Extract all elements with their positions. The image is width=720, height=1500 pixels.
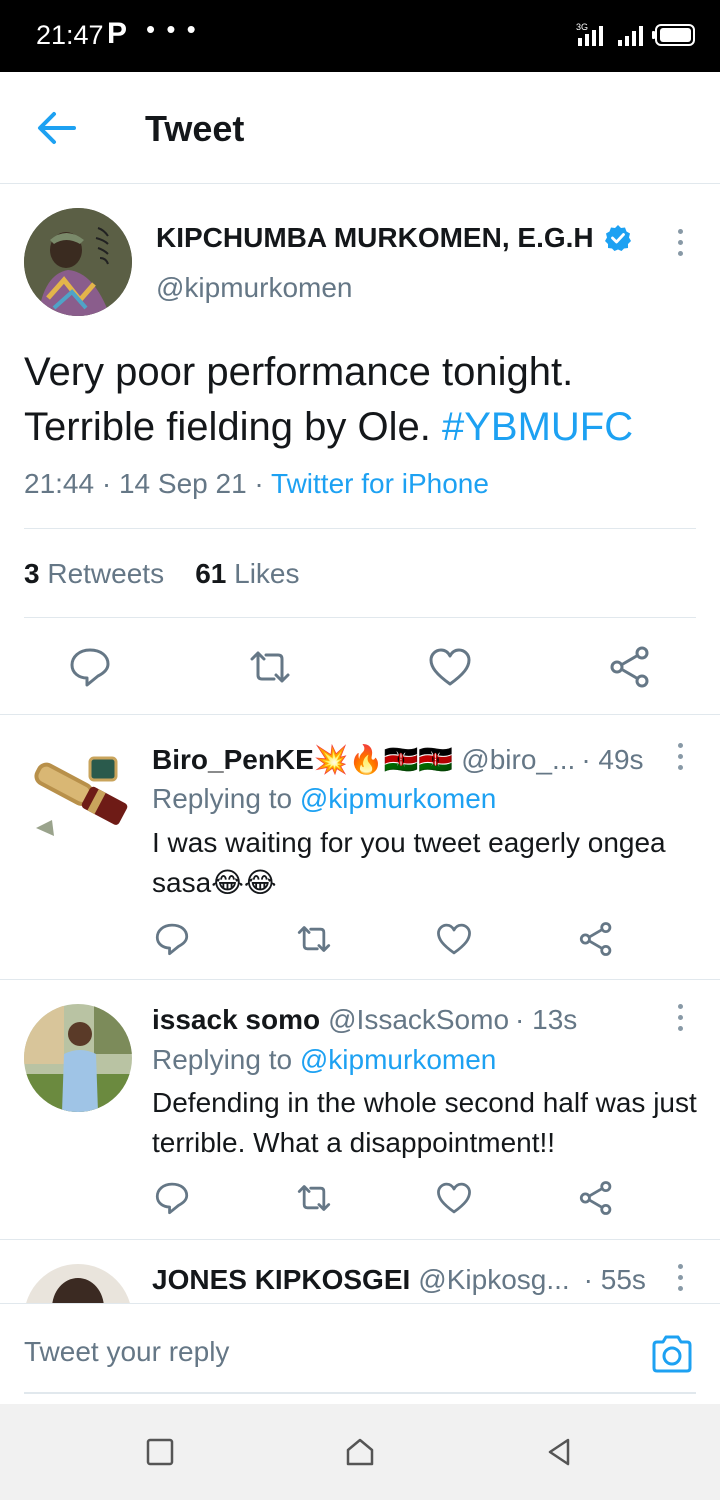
- reply-tweet[interactable]: Biro_PenKE💥🔥🇰🇪🇰🇪 @biro_... · 49s Replyin…: [0, 715, 720, 980]
- camera-icon[interactable]: [650, 1334, 694, 1374]
- divider: [24, 617, 696, 618]
- network-label: 3G: [576, 22, 588, 32]
- reply-input[interactable]: Tweet your reply: [24, 1336, 229, 1368]
- author-name[interactable]: KIPCHUMBA MURKOMEN, E.G.H: [156, 222, 632, 254]
- share-icon[interactable]: [578, 921, 614, 957]
- reply-text: I was waiting for you tweet eagerly onge…: [152, 827, 666, 898]
- page-title: Tweet: [145, 108, 245, 149]
- tweet-source[interactable]: Twitter for iPhone: [271, 468, 489, 499]
- back-arrow-icon[interactable]: [36, 110, 76, 146]
- more-vertical-icon[interactable]: [676, 1004, 684, 1031]
- author-handle[interactable]: @kipmurkomen: [156, 272, 352, 304]
- retweet-icon[interactable]: [296, 921, 332, 957]
- reply-author-name[interactable]: Biro_PenKE💥🔥🇰🇪🇰🇪: [152, 743, 453, 776]
- tweet-text: Very poor performance tonight. Terrible …: [24, 345, 704, 455]
- like-icon[interactable]: [428, 645, 472, 689]
- share-icon[interactable]: [578, 1180, 614, 1216]
- system-nav-bar: [0, 1404, 720, 1500]
- signal-3g-icon: 3G: [576, 22, 603, 46]
- reply-header: issack somo @IssackSomo · 13s: [152, 1004, 577, 1036]
- retweet-icon[interactable]: [248, 645, 292, 689]
- status-time: 21:47: [36, 20, 104, 50]
- tweet-time: 21:44: [24, 468, 95, 499]
- reply-avatar[interactable]: [24, 1264, 132, 1303]
- share-icon[interactable]: [608, 645, 652, 689]
- home-icon[interactable]: [344, 1436, 376, 1468]
- retweets-count[interactable]: 3: [24, 558, 40, 589]
- reply-author-handle[interactable]: @biro_...: [461, 744, 575, 776]
- signal-icon: [618, 26, 643, 46]
- reply-avatar[interactable]: [24, 1004, 132, 1112]
- like-icon[interactable]: [436, 921, 472, 957]
- battery-icon: [652, 24, 695, 46]
- reply-action-bar: [0, 1180, 720, 1216]
- reply-author-name[interactable]: issack somo: [152, 1004, 320, 1036]
- reply-header: JONES KIPKOSGEI @Kipkosg... · 55s: [152, 1264, 646, 1296]
- retweet-icon[interactable]: [296, 1180, 332, 1216]
- replying-to-handle[interactable]: @kipmurkomen: [300, 1044, 496, 1075]
- recent-apps-icon[interactable]: [144, 1436, 176, 1468]
- more-notifications-icon: • • •: [146, 14, 198, 44]
- verified-badge-icon: [604, 225, 631, 251]
- reply-action-bar: [0, 921, 720, 957]
- divider: [24, 528, 696, 529]
- reply-tweet[interactable]: JONES KIPKOSGEI @Kipkosg... · 55s: [0, 1240, 720, 1303]
- reply-time: · 13s: [515, 1004, 578, 1035]
- reply-icon[interactable]: [154, 1180, 190, 1216]
- more-vertical-icon[interactable]: [676, 229, 684, 256]
- more-vertical-icon[interactable]: [676, 743, 684, 770]
- input-underline: [24, 1392, 696, 1394]
- reply-icon[interactable]: [68, 645, 112, 689]
- reply-author-handle[interactable]: @Kipkosg...: [418, 1264, 569, 1296]
- replying-to: Replying to @kipmurkomen: [152, 1044, 496, 1076]
- like-icon[interactable]: [436, 1180, 472, 1216]
- reply-header: Biro_PenKE💥🔥🇰🇪🇰🇪 @biro_... · 49s: [152, 743, 644, 776]
- top-app-bar: Tweet: [0, 72, 720, 184]
- reply-author-handle[interactable]: @IssackSomo: [328, 1004, 509, 1036]
- reply-tweet[interactable]: issack somo @IssackSomo · 13s Replying t…: [0, 980, 720, 1240]
- more-vertical-icon[interactable]: [676, 1264, 684, 1291]
- author-avatar[interactable]: [24, 208, 132, 316]
- hashtag-link[interactable]: #YBMUFC: [442, 405, 633, 449]
- reply-text: Defending in the whole second half was j…: [152, 1087, 697, 1158]
- likes-count[interactable]: 61: [195, 558, 226, 589]
- tweet-meta: 21:44 · 14 Sep 21 · Twitter for iPhone: [24, 468, 489, 499]
- reply-avatar[interactable]: [24, 740, 132, 848]
- status-icons: 3G: [576, 22, 696, 46]
- tweet-stats: 3 Retweets 61 Likes: [24, 558, 300, 590]
- reply-author-name[interactable]: JONES KIPKOSGEI: [152, 1264, 410, 1296]
- reply-time: · 49s: [581, 743, 644, 775]
- reply-icon[interactable]: [154, 921, 190, 957]
- author-name-text[interactable]: KIPCHUMBA MURKOMEN, E.G.H: [156, 222, 594, 254]
- back-nav-icon[interactable]: [544, 1436, 576, 1468]
- tweet-action-bar: [0, 645, 720, 689]
- replying-label: Replying to: [152, 783, 293, 814]
- reply-time: · 55s: [583, 1264, 646, 1295]
- status-bar: 21:47 P • • • 3G: [0, 0, 720, 72]
- replying-to-handle[interactable]: @kipmurkomen: [300, 783, 496, 814]
- reply-compose-bar: Tweet your reply: [0, 1303, 720, 1403]
- likes-label[interactable]: Likes: [234, 558, 299, 589]
- tweet-date: 14 Sep 21: [118, 468, 247, 499]
- notification-p-icon: P: [107, 17, 128, 50]
- retweets-label[interactable]: Retweets: [47, 558, 164, 589]
- replying-label: Replying to: [152, 1044, 293, 1075]
- replying-to: Replying to @kipmurkomen: [152, 783, 496, 815]
